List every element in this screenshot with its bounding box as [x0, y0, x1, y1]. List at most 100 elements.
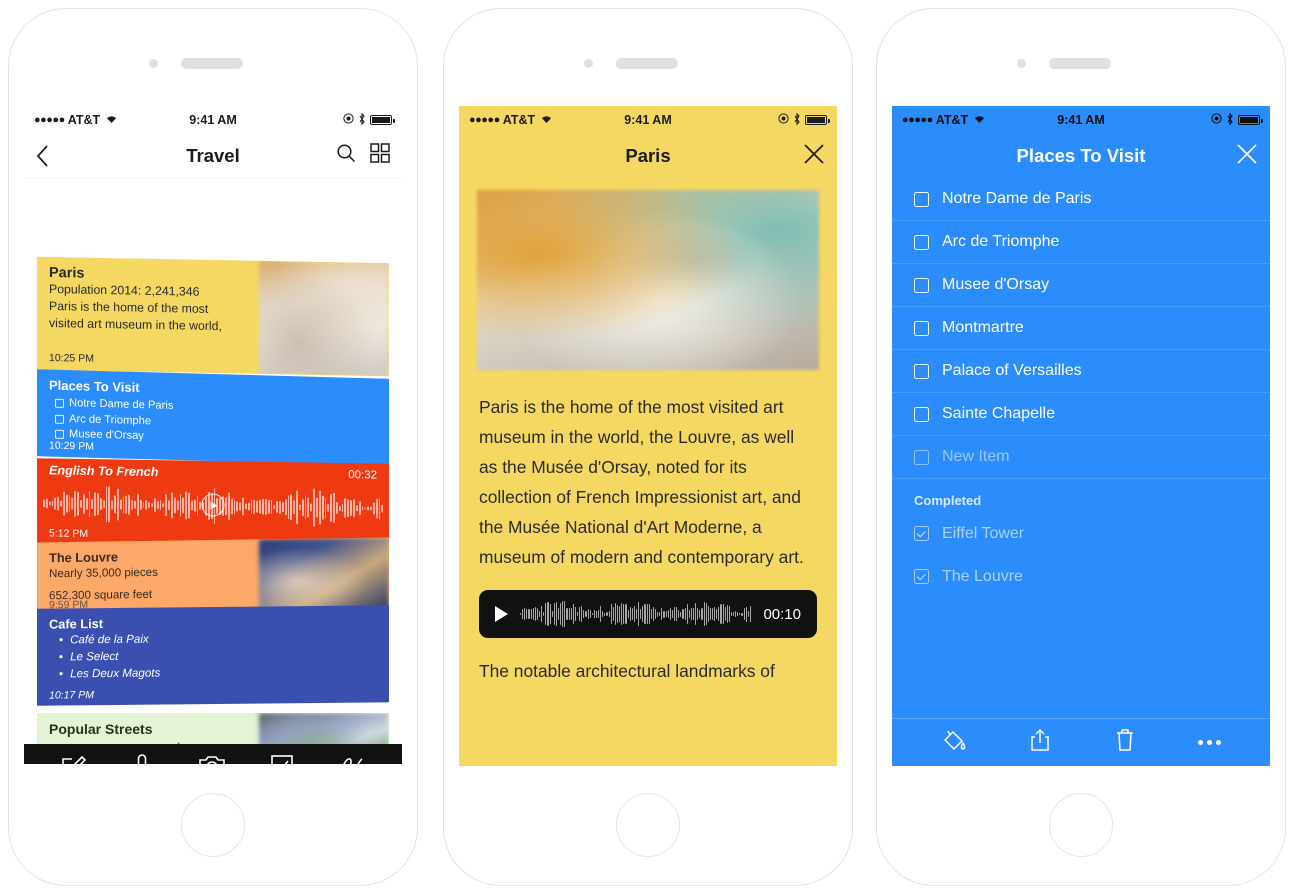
screen-travel-list: ●●●●● AT&T 9:41 AM Travel Paris Populati… [24, 106, 402, 764]
new-item-placeholder[interactable]: New Item [942, 448, 1010, 466]
battery-icon [1238, 115, 1263, 125]
status-bar-left: ●●●●● AT&T [469, 113, 553, 127]
status-bar: ●●●●● AT&T 9:41 AM [459, 106, 837, 134]
grid-icon[interactable] [370, 143, 390, 168]
home-button[interactable] [181, 793, 245, 857]
checkbox-icon[interactable] [55, 398, 64, 409]
front-camera-icon [1017, 59, 1026, 68]
earpiece-speaker [181, 58, 243, 69]
card-timestamp: 10:17 PM [49, 689, 94, 702]
checklist-row-new-item[interactable]: New Item [892, 436, 1270, 479]
paint-bucket-icon[interactable] [941, 728, 967, 757]
wifi-icon [540, 113, 553, 127]
card-thumbnail-streets [259, 713, 389, 744]
note-detail-paris: ●●●●● AT&T 9:41 AM Paris Paris is the ho… [459, 106, 837, 766]
checkbox-icon[interactable] [914, 406, 929, 422]
checkbox-icon[interactable] [55, 429, 64, 440]
front-camera-icon [584, 59, 593, 68]
wifi-icon [973, 113, 986, 127]
close-icon[interactable] [1236, 143, 1258, 170]
card-thumbnail-louvre [259, 537, 389, 612]
navigation-bar: Places To Visit [892, 134, 1270, 178]
bullet-label: Café de la Paix [70, 632, 149, 647]
signal-strength-icon: ●●●●● [469, 114, 500, 126]
checklist-label: Notre Dame de Paris [942, 190, 1092, 207]
checkbox-icon[interactable] [914, 449, 929, 465]
card-timestamp: 10:29 PM [49, 439, 94, 453]
share-icon[interactable] [1029, 728, 1051, 757]
checklist-row[interactable]: Musee d'Orsay [892, 264, 1270, 307]
card-timestamp: 10:25 PM [49, 351, 94, 365]
checklist-label: Montmartre [942, 319, 1024, 336]
completed-row[interactable]: The Louvre [892, 555, 1270, 598]
note-card-the-louvre[interactable]: The Louvre Nearly 35,000 pieces 652,300 … [37, 537, 389, 615]
completed-label: Eiffel Tower [942, 524, 1025, 542]
note-card-english-to-french[interactable]: English To French 00:32 5:12 PM [37, 458, 389, 549]
checkbox-icon[interactable] [914, 191, 929, 207]
checkbox-icon[interactable] [55, 414, 64, 424]
play-icon[interactable] [495, 606, 508, 622]
checklist-row[interactable]: Sainte Chapelle [892, 393, 1270, 436]
checklist-label: Musee d'Orsay [942, 276, 1050, 293]
status-bar-left: ●●●●● AT&T [34, 113, 118, 127]
trash-icon[interactable] [1114, 728, 1136, 757]
home-button[interactable] [1049, 793, 1113, 857]
checklist-row[interactable]: Palace of Versailles [892, 350, 1270, 393]
camera-icon[interactable] [198, 753, 226, 764]
carrier-label: AT&T [67, 113, 101, 127]
alarm-icon [778, 113, 789, 127]
checkbox-icon[interactable] [914, 320, 929, 336]
battery-icon [805, 115, 830, 125]
bluetooth-icon [358, 112, 366, 128]
checklist-row[interactable]: Notre Dame de Paris [892, 178, 1270, 221]
microphone-icon[interactable] [129, 753, 155, 764]
checklist-label: Sainte Chapelle [942, 405, 1055, 422]
checkbox-icon[interactable] [914, 234, 929, 250]
earpiece-speaker [1049, 58, 1111, 69]
carrier-label: AT&T [502, 113, 536, 127]
home-button[interactable] [616, 793, 680, 857]
compose-icon[interactable] [60, 753, 86, 764]
close-icon[interactable] [803, 143, 825, 170]
page-title: Paris [625, 145, 671, 166]
checkbox-icon[interactable] [914, 363, 929, 379]
status-bar: ●●●●● AT&T 9:41 AM [892, 106, 1270, 134]
checkbox-checked-icon[interactable] [914, 526, 929, 541]
checklist-label: Palace of Versailles [942, 362, 1082, 379]
status-bar-right [1211, 112, 1263, 128]
audio-duration: 00:10 [763, 605, 801, 623]
note-card-places-to-visit[interactable]: Places To Visit Notre Dame de Paris Arc … [37, 369, 389, 466]
front-camera-icon [149, 59, 158, 68]
audio-player[interactable]: 00:10 [479, 590, 817, 638]
sketch-icon[interactable] [338, 753, 366, 764]
page-title: Places To Visit [1016, 145, 1146, 166]
completed-row[interactable]: Eiffel Tower [892, 512, 1270, 555]
more-icon[interactable] [1197, 740, 1221, 745]
checklist-row[interactable]: Montmartre [892, 307, 1270, 350]
checkbox-checked-icon[interactable] [914, 569, 929, 584]
checklist-view: ●●●●● AT&T 9:41 AM Places To Visit Notre… [892, 106, 1270, 766]
note-card-paris[interactable]: Paris Population 2014: 2,241,346 Paris i… [37, 256, 389, 377]
bluetooth-icon [793, 112, 801, 128]
completed-section-header: Completed [914, 493, 982, 508]
checkbox-icon[interactable] [914, 277, 929, 293]
search-icon[interactable] [336, 143, 356, 168]
checklist-row[interactable]: Arc de Triomphe [892, 221, 1270, 264]
checklist-icon[interactable] [269, 753, 295, 764]
checklist-label: Arc de Triomphe [942, 233, 1060, 250]
alarm-icon [343, 113, 354, 127]
completed-label: The Louvre [942, 567, 1023, 585]
status-bar-left: ●●●●● AT&T [902, 113, 986, 127]
signal-strength-icon: ●●●●● [902, 114, 933, 126]
play-icon[interactable] [201, 493, 225, 517]
status-bar-right [343, 112, 395, 128]
note-card-list: Paris Population 2014: 2,241,346 Paris i… [24, 178, 402, 744]
back-button[interactable] [36, 144, 49, 167]
status-bar-right [778, 112, 830, 128]
bluetooth-icon [1226, 112, 1234, 128]
bottom-toolbar [892, 718, 1270, 766]
bullet-item: Les Deux Magots [49, 662, 377, 682]
note-card-popular-streets[interactable]: Popular Streets Avenue des Champs-Élysée… [37, 713, 389, 744]
note-card-cafe-list[interactable]: Cafe List Café de la Paix Le Select Les … [37, 605, 389, 706]
screen-places-to-visit: ●●●●● AT&T 9:41 AM Places To Visit Notre… [892, 106, 1270, 766]
